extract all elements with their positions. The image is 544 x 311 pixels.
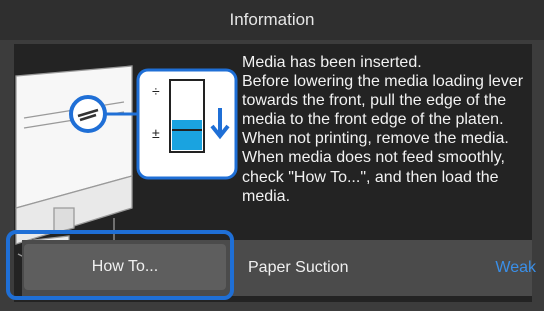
svg-text:±: ±	[152, 125, 160, 141]
svg-text:÷: ÷	[152, 83, 160, 99]
how-to-button[interactable]: How To...	[24, 244, 226, 290]
info-message: Media has been inserted. Before lowering…	[242, 54, 524, 205]
paper-suction-value[interactable]: Weak	[495, 259, 536, 277]
screen-title: Information	[0, 0, 544, 40]
info-screen: Information ÷ ± Media has been inserted.…	[0, 0, 544, 311]
paper-suction-label[interactable]: Paper Suction	[248, 259, 349, 277]
lever-level-indicator: ÷ ±	[136, 68, 238, 180]
